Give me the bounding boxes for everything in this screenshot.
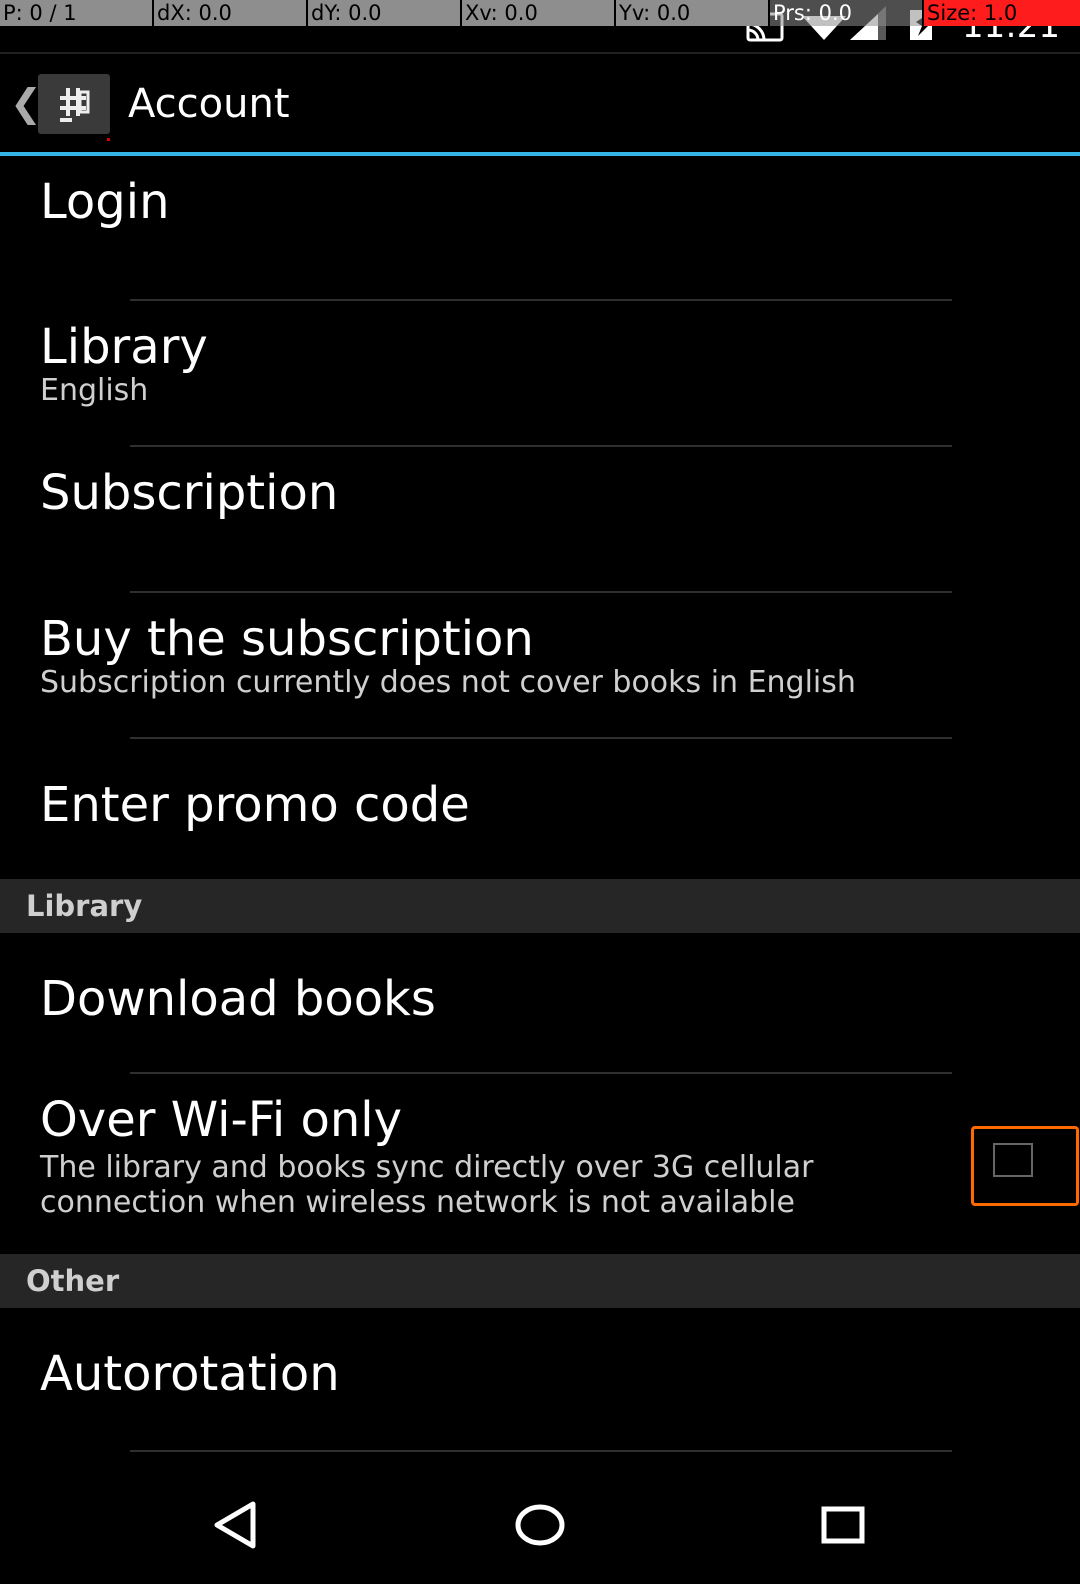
wifi-only-checkbox[interactable] xyxy=(993,1143,1033,1177)
pointer-location-overlay: P: 0 / 1 dX: 0.0 dY: 0.0 Xv: 0.0 Yv: 0.0… xyxy=(0,0,1080,26)
list-divider xyxy=(130,1450,952,1452)
back-button[interactable] xyxy=(201,1490,271,1560)
debug-dy: dY: 0.0 xyxy=(308,0,462,26)
pref-autorotation[interactable]: Autorotation xyxy=(0,1308,1080,1452)
pref-title: Library xyxy=(40,319,208,375)
category-other: Other xyxy=(0,1254,1080,1308)
wifi-only-checkbox-highlight xyxy=(971,1126,1079,1206)
navigation-bar xyxy=(0,1464,1080,1584)
recents-button[interactable] xyxy=(808,1490,878,1560)
preference-list: Login Library English Subscription Buy t… xyxy=(0,156,1080,1452)
pref-library[interactable]: Library English xyxy=(0,301,1080,447)
recents-icon xyxy=(821,1506,865,1544)
pref-summary: Subscription currently does not cover bo… xyxy=(40,665,856,700)
category-library: Library xyxy=(0,879,1080,933)
pref-title: Login xyxy=(40,174,170,230)
debug-size: Size: 1.0 xyxy=(924,0,1080,26)
app-logo-icon[interactable] xyxy=(38,74,110,134)
debug-pointer: P: 0 / 1 xyxy=(0,0,154,26)
back-icon xyxy=(214,1501,256,1549)
pref-title: Buy the subscription xyxy=(40,611,534,667)
pref-title: Over Wi-Fi only xyxy=(40,1092,403,1148)
pref-subscription[interactable]: Subscription xyxy=(0,447,1080,593)
pref-summary: The library and books sync directly over… xyxy=(40,1150,814,1220)
debug-xv: Xv: 0.0 xyxy=(462,0,616,26)
pref-title: Enter promo code xyxy=(40,777,470,833)
pref-login[interactable]: Login xyxy=(0,156,1080,301)
app-icon-accent xyxy=(107,138,110,141)
action-bar: ❮ Account xyxy=(0,54,1080,152)
home-button[interactable] xyxy=(505,1490,575,1560)
pref-summary: English xyxy=(40,373,149,408)
pref-download-books[interactable]: Download books xyxy=(0,933,1080,1074)
debug-prs: Prs: 0.0 xyxy=(770,0,924,26)
debug-yv: Yv: 0.0 xyxy=(616,0,770,26)
debug-dx: dX: 0.0 xyxy=(154,0,308,26)
pref-buy-subscription[interactable]: Buy the subscription Subscription curren… xyxy=(0,593,1080,739)
pref-promo-code[interactable]: Enter promo code xyxy=(0,739,1080,879)
page-title: Account xyxy=(128,81,290,127)
pref-wifi-only[interactable]: Over Wi-Fi only The library and books sy… xyxy=(0,1074,1080,1254)
pref-title: Autorotation xyxy=(40,1346,340,1402)
pref-title: Subscription xyxy=(40,465,339,521)
pref-title: Download books xyxy=(40,971,436,1027)
home-icon xyxy=(515,1504,565,1546)
